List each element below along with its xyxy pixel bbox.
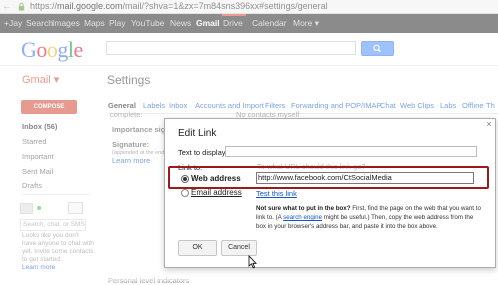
highlight-box [168,166,489,189]
cancel-button[interactable]: Cancel [221,240,257,256]
email-address-radio[interactable] [181,189,189,197]
dialog-title: Edit Link [178,128,217,139]
text-to-display-label: Text to display: [178,148,228,157]
test-link[interactable]: Test this link [256,189,297,198]
help-bold: Not sure what to put in the box? [256,205,351,212]
text-to-display-input[interactable] [225,146,477,157]
search-engine-link[interactable]: search engine [283,214,322,221]
help-text: Not sure what to put in the box? First, … [256,204,484,231]
ok-button[interactable]: OK [178,240,217,256]
email-address-label[interactable]: Email address [191,188,242,197]
close-icon[interactable]: × [485,120,493,129]
mouse-pointer-icon [248,255,257,269]
